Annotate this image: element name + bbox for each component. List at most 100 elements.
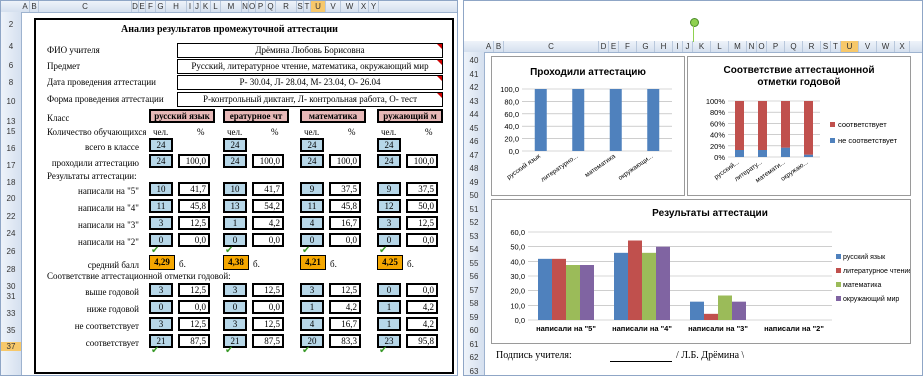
row-header-44[interactable]: 44: [464, 110, 484, 119]
col-header-G[interactable]: G: [156, 1, 166, 12]
subject-header-1[interactable]: ературное чт: [223, 109, 289, 123]
col-header-C[interactable]: C: [39, 1, 132, 12]
row-header-13[interactable]: 13: [1, 117, 21, 126]
row-header-2[interactable]: 2: [1, 20, 21, 29]
value-count-passed-3[interactable]: 24: [377, 154, 401, 168]
value-pct-g3-1[interactable]: 4,2: [252, 216, 284, 230]
value-pct-g4-2[interactable]: 45,8: [329, 199, 361, 213]
col-header-M[interactable]: M: [221, 1, 242, 12]
col-header-G[interactable]: G: [637, 41, 655, 52]
value-count-g5-0[interactable]: 10: [149, 182, 173, 196]
value-pct-below-0[interactable]: 0,0: [178, 300, 210, 314]
value-pct-below-3[interactable]: 4,2: [406, 300, 438, 314]
col-header-O[interactable]: O: [757, 41, 767, 52]
value-pct-match-1[interactable]: 87,5: [252, 334, 284, 348]
col-header-K[interactable]: K: [693, 41, 711, 52]
row-header-42[interactable]: 42: [464, 83, 484, 92]
field-value-2[interactable]: Р- 30.04, Л- 28.04, М- 23.04, О- 26.04: [177, 75, 443, 90]
col-header-R[interactable]: R: [276, 1, 297, 12]
value-pct-g2-0[interactable]: 0,0: [178, 233, 210, 247]
col-header-S[interactable]: S: [297, 1, 304, 12]
row-header-20[interactable]: 20: [1, 194, 21, 203]
col-header-C[interactable]: C: [504, 41, 599, 52]
col-header-Y[interactable]: Y: [369, 1, 379, 12]
value-pct-g2-1[interactable]: 0,0: [252, 233, 284, 247]
col-header-J[interactable]: J: [683, 41, 693, 52]
field-value-1[interactable]: Русский, литературное чтение, математика…: [177, 59, 443, 74]
value-pct-passed-3[interactable]: 100,0: [406, 154, 438, 168]
value-count-notmatch-3[interactable]: 1: [377, 317, 401, 331]
col-header-P[interactable]: P: [256, 1, 266, 12]
row-header-59[interactable]: 59: [464, 313, 484, 322]
row-header-18[interactable]: 18: [1, 178, 21, 187]
value-count-g4-2[interactable]: 11: [300, 199, 324, 213]
value-pct-below-2[interactable]: 4,2: [329, 300, 361, 314]
chart-passed[interactable]: Проходили аттестацию 0,0 20,0 40,0 60,0 80,0 1…: [491, 56, 685, 196]
field-value-3[interactable]: Р-контрольный диктант, Л- контрольная ра…: [177, 92, 443, 107]
chart-results[interactable]: Результаты аттестации 0,0 10,0 20,0 30,0 40,0…: [491, 199, 912, 344]
row-header-bar[interactable]: 40 41 42 43 44 45 46 47 48 49 50 51 52 53 54 55 56 57 58 59…: [464, 52, 485, 375]
value-count-g5-2[interactable]: 9: [300, 182, 324, 196]
row-header-56[interactable]: 56: [464, 272, 484, 281]
col-header-K[interactable]: K: [201, 1, 211, 12]
total-value-1[interactable]: 24: [223, 138, 247, 152]
value-pct-g3-3[interactable]: 12,5: [406, 216, 438, 230]
row-header-16[interactable]: 16: [1, 144, 21, 153]
col-header-F[interactable]: F: [146, 1, 156, 12]
col-header-E[interactable]: E: [609, 41, 619, 52]
col-header-P[interactable]: P: [767, 41, 785, 52]
value-count-g3-2[interactable]: 4: [300, 216, 324, 230]
row-header-43[interactable]: 43: [464, 97, 484, 106]
value-pct-match-2[interactable]: 83,3: [329, 334, 361, 348]
value-pct-above-0[interactable]: 12,5: [178, 283, 210, 297]
value-count-notmatch-1[interactable]: 3: [223, 317, 247, 331]
col-header-X[interactable]: X: [895, 41, 910, 52]
column-header-bar[interactable]: ABCDEFGHIJKLMNOPQRSTUVWXY: [1, 1, 457, 13]
avg-value-1[interactable]: 4,38: [223, 255, 249, 270]
row-header-60[interactable]: 60: [464, 326, 484, 335]
value-count-g3-1[interactable]: 1: [223, 216, 247, 230]
row-header-48[interactable]: 48: [464, 164, 484, 173]
col-header-V[interactable]: V: [859, 41, 877, 52]
value-count-below-3[interactable]: 1: [377, 300, 401, 314]
col-header-B[interactable]: B: [494, 41, 504, 52]
col-header-L[interactable]: L: [211, 1, 221, 12]
row-header-bar[interactable]: 2 4 6 8 10 13 15 16 17 18 20 22 24 26 28 30 31 33 35 37: [1, 12, 22, 375]
value-pct-g5-3[interactable]: 37,5: [406, 182, 438, 196]
value-pct-below-1[interactable]: 0,0: [252, 300, 284, 314]
col-header-D[interactable]: D: [132, 1, 139, 12]
value-pct-notmatch-3[interactable]: 4,2: [406, 317, 438, 331]
row-header-33[interactable]: 33: [1, 309, 21, 318]
value-count-notmatch-0[interactable]: 3: [149, 317, 173, 331]
row-header-50[interactable]: 50: [464, 191, 484, 200]
value-count-g3-3[interactable]: 3: [377, 216, 401, 230]
row-header-30[interactable]: 30: [1, 282, 21, 291]
row-header-17[interactable]: 17: [1, 161, 21, 170]
value-pct-notmatch-1[interactable]: 12,5: [252, 317, 284, 331]
col-header-Q[interactable]: Q: [266, 1, 276, 12]
row-header-57[interactable]: 57: [464, 286, 484, 295]
col-header-I[interactable]: I: [187, 1, 194, 12]
col-header-A[interactable]: A: [21, 1, 30, 12]
row-header-54[interactable]: 54: [464, 245, 484, 254]
row-header-8[interactable]: 8: [1, 78, 21, 87]
col-header-H[interactable]: H: [166, 1, 187, 12]
row-header-52[interactable]: 52: [464, 218, 484, 227]
column-header-bar[interactable]: ABCDEFGHIJKLMNOPQRSTUVWX: [464, 41, 922, 53]
row-header-55[interactable]: 55: [464, 259, 484, 268]
col-header-B[interactable]: B: [30, 1, 39, 12]
value-count-above-0[interactable]: 3: [149, 283, 173, 297]
row-header-28[interactable]: 28: [1, 265, 21, 274]
row-header-15[interactable]: 15: [1, 127, 21, 136]
value-count-g4-3[interactable]: 12: [377, 199, 401, 213]
value-pct-g3-2[interactable]: 16,7: [329, 216, 361, 230]
value-count-passed-1[interactable]: 24: [223, 154, 247, 168]
row-header-61[interactable]: 61: [464, 340, 484, 349]
value-pct-notmatch-0[interactable]: 12,5: [178, 317, 210, 331]
value-count-g3-0[interactable]: 3: [149, 216, 173, 230]
col-header-A[interactable]: A: [484, 41, 494, 52]
value-pct-g5-2[interactable]: 37,5: [329, 182, 361, 196]
value-pct-above-2[interactable]: 12,5: [329, 283, 361, 297]
col-header-H[interactable]: H: [655, 41, 673, 52]
col-header-M[interactable]: M: [729, 41, 747, 52]
